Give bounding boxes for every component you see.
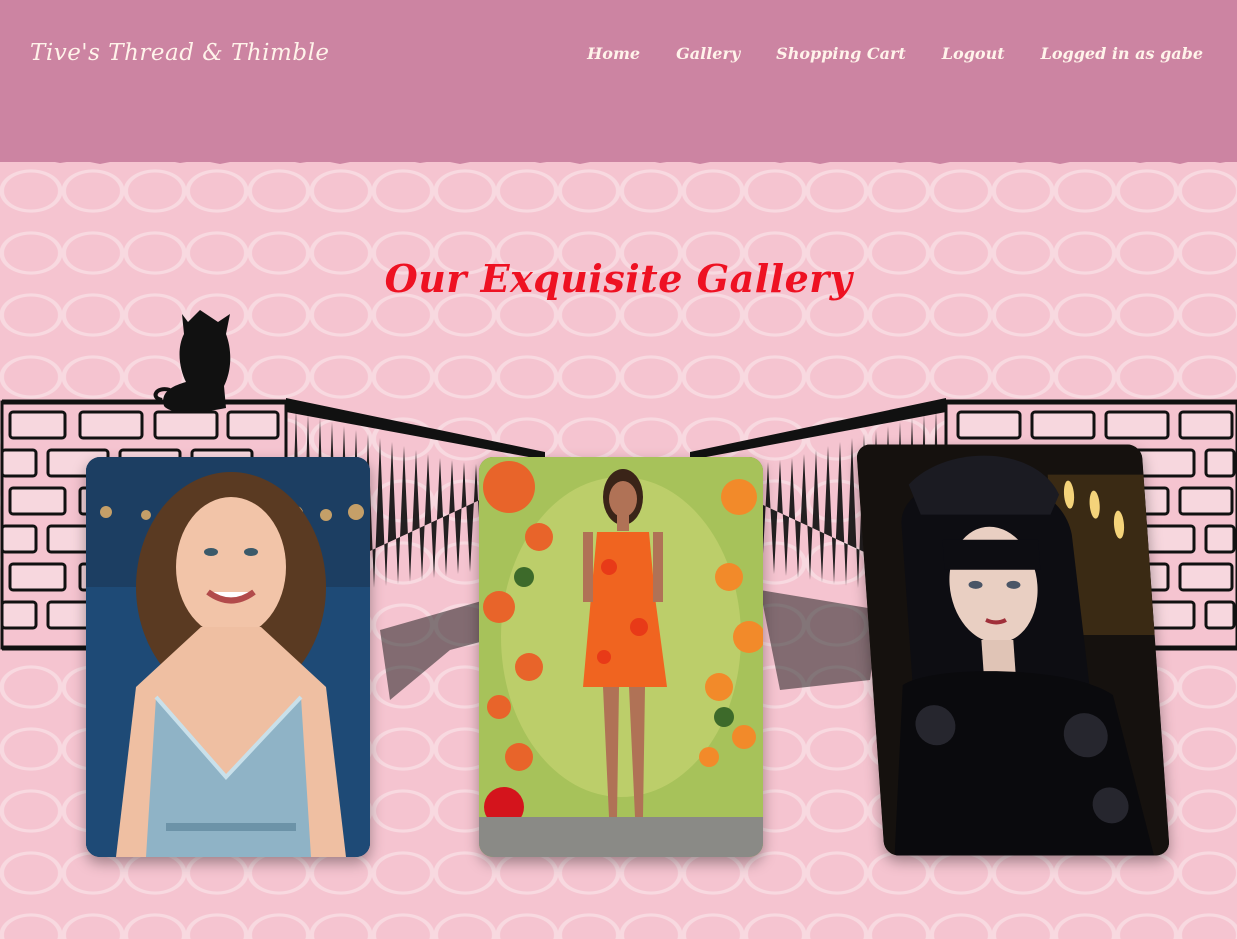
gallery-image [856, 444, 1170, 856]
site-brand[interactable]: Tive's Thread & Thimble [30, 40, 330, 66]
gallery-card[interactable] [479, 457, 763, 857]
nav-user-status[interactable]: Logged in as gabe [1041, 44, 1203, 63]
site-header: Tive's Thread & Thimble Home Gallery Sho… [0, 0, 1237, 162]
gallery-image [479, 457, 763, 857]
nav-home-link[interactable]: Home [587, 44, 640, 63]
gallery-image [86, 457, 370, 857]
header-torn-edge [0, 150, 1237, 164]
gallery-card[interactable] [856, 444, 1170, 856]
nav-logout-link[interactable]: Logout [942, 44, 1005, 63]
cat-silhouette-icon [153, 310, 231, 413]
main-nav: Home Gallery Shopping Cart Logout Logged… [587, 44, 1203, 63]
nav-shopping-cart-link[interactable]: Shopping Cart [776, 44, 906, 63]
nav-gallery-link[interactable]: Gallery [676, 44, 740, 63]
gallery-card[interactable] [86, 457, 370, 857]
